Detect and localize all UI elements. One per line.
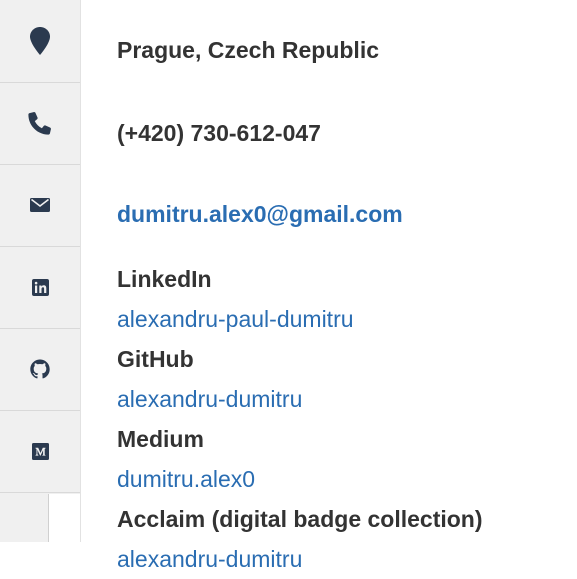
acclaim-label: Acclaim (digital badge collection) [117, 506, 483, 532]
envelope-icon [30, 198, 50, 212]
location-icon-cell [0, 0, 80, 83]
acclaim-link[interactable]: alexandru-dumitru [117, 546, 302, 573]
email-link[interactable]: dumitru.alex0@gmail.com [117, 201, 403, 228]
github-label: GitHub [117, 346, 194, 372]
icon-cell-empty [0, 494, 49, 542]
linkedin-icon [31, 278, 49, 296]
map-marker-icon [30, 27, 50, 55]
linkedin-link[interactable]: alexandru-paul-dumitru [117, 306, 354, 333]
phone-icon [28, 112, 51, 135]
email-icon-cell [0, 164, 80, 247]
medium-label: Medium [117, 426, 204, 452]
location-text: Prague, Czech Republic [117, 37, 380, 63]
medium-icon-cell [0, 410, 80, 493]
phone-text: (+420) 730-612-047 [117, 120, 321, 146]
github-link[interactable]: alexandru-dumitru [117, 386, 302, 413]
phone-icon-cell [0, 82, 80, 165]
icon-column [0, 0, 81, 542]
medium-icon [31, 442, 49, 460]
linkedin-icon-cell [0, 246, 80, 329]
github-icon [30, 359, 50, 379]
linkedin-label: LinkedIn [117, 266, 212, 292]
github-icon-cell [0, 328, 80, 411]
medium-link[interactable]: dumitru.alex0 [117, 466, 255, 493]
